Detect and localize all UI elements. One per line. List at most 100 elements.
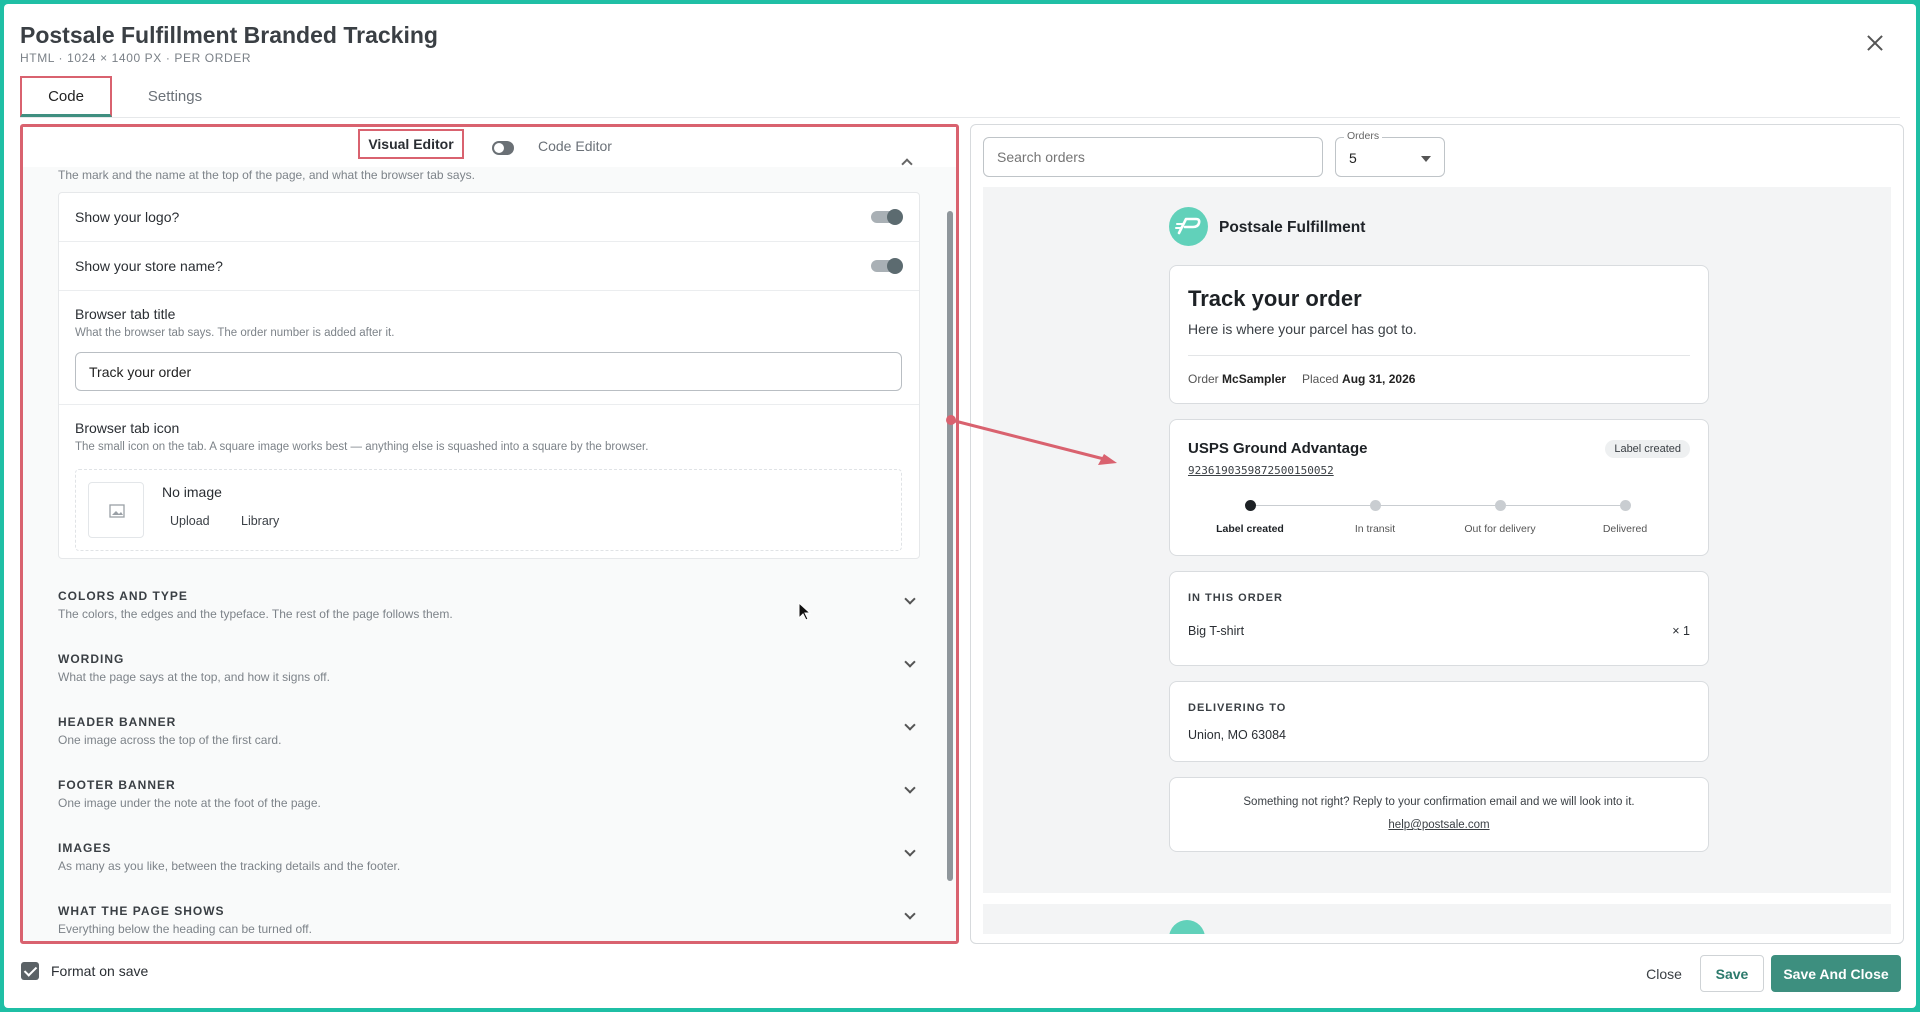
- status-badge: Label created: [1605, 440, 1690, 458]
- mouse-cursor-icon: [798, 602, 812, 621]
- orders-select[interactable]: Orders 5: [1335, 130, 1445, 177]
- chevron-down-icon[interactable]: [904, 656, 916, 668]
- item-name: Big T-shirt: [1188, 624, 1245, 638]
- library-button[interactable]: Library: [241, 514, 279, 528]
- close-button[interactable]: Close: [1634, 956, 1694, 992]
- no-image-label: No image: [162, 484, 222, 500]
- show-logo-row: Show your logo?: [59, 193, 919, 242]
- shipment-card: USPS Ground Advantage Label created 9236…: [1169, 419, 1709, 556]
- section-desc: As many as you like, between the trackin…: [58, 859, 401, 873]
- section-title: WORDING: [58, 652, 125, 666]
- section-images[interactable]: IMAGES As many as you like, between the …: [58, 841, 938, 897]
- visual-editor-label[interactable]: Visual Editor: [358, 129, 464, 159]
- brand-name: Postsale Fulfillment: [1219, 219, 1366, 236]
- tab-title-help: What the browser tab says. The order num…: [75, 327, 395, 339]
- section-what-the-page-shows[interactable]: WHAT THE PAGE SHOWS Everything below the…: [58, 904, 938, 941]
- modal-subtitle: HTML · 1024 × 1400 PX · PER ORDER: [20, 51, 252, 65]
- help-footer-card: Something not right? Reply to your confi…: [1169, 777, 1709, 852]
- chevron-down-icon[interactable]: [904, 845, 916, 857]
- step-label: Label created: [1216, 523, 1284, 535]
- footer-note: Something not right? Reply to your confi…: [1243, 796, 1635, 808]
- delivery-address-card: DELIVERING TO Union, MO 63084: [1169, 681, 1709, 762]
- order-meta: Order McSampler: [1188, 372, 1286, 386]
- orders-select-label: Orders: [1344, 130, 1383, 142]
- tab-code[interactable]: Code: [20, 76, 112, 117]
- show-store-toggle[interactable]: [871, 258, 903, 274]
- section-desc: One image under the note at the foot of …: [58, 796, 321, 810]
- order-summary-card: Track your order Here is where your parc…: [1169, 265, 1709, 404]
- tab-title-label: Browser tab title: [75, 306, 176, 322]
- show-store-row: Show your store name?: [59, 242, 919, 291]
- next-order-preview: [983, 904, 1891, 934]
- order-number: McSampler: [1222, 372, 1287, 386]
- placed-label: Placed: [1302, 372, 1339, 386]
- tab-bar: Code Settings: [20, 76, 1900, 118]
- step-label: In transit: [1354, 523, 1396, 535]
- section-desc: What the page says at the top, and how i…: [58, 670, 330, 684]
- step-dot-out-for-delivery: [1495, 500, 1506, 511]
- item-quantity: × 1: [1672, 624, 1690, 638]
- format-on-save-checkbox[interactable]: [21, 962, 39, 980]
- branding-section-desc: The mark and the name at the top of the …: [58, 168, 475, 182]
- editor-mode-switch: Visual Editor Code Editor: [23, 127, 956, 167]
- toggle-knob: [887, 209, 903, 225]
- orders-select-value: 5: [1349, 150, 1357, 166]
- tab-settings[interactable]: Settings: [125, 76, 225, 117]
- tab-icon-help: The small icon on the tab. A square imag…: [75, 441, 649, 453]
- editor-mode-toggle[interactable]: [492, 141, 514, 155]
- tab-title-input[interactable]: [75, 352, 902, 391]
- chevron-down-icon[interactable]: [904, 719, 916, 731]
- step-label: Delivered: [1602, 523, 1648, 535]
- tab-title-row: Browser tab title What the browser tab s…: [59, 291, 919, 405]
- tracking-editor-modal: Postsale Fulfillment Branded Tracking HT…: [4, 4, 1916, 1008]
- chevron-down-icon[interactable]: [904, 908, 916, 920]
- code-editor-label[interactable]: Code Editor: [538, 138, 612, 154]
- format-on-save-label[interactable]: Format on save: [51, 963, 148, 979]
- placed-meta: Placed Aug 31, 2026: [1302, 372, 1415, 386]
- section-title: WHAT THE PAGE SHOWS: [58, 904, 225, 918]
- step-label: Out for delivery: [1464, 523, 1536, 535]
- progress-line: [1250, 505, 1626, 506]
- footer-email-link[interactable]: help@postsale.com: [1170, 819, 1708, 831]
- tab-icon-row: Browser tab icon The small icon on the t…: [59, 405, 919, 559]
- track-title: Track your order: [1188, 286, 1362, 311]
- tab-icon-label: Browser tab icon: [75, 420, 180, 436]
- branding-settings-card: Show your logo? Show your store name? Br…: [58, 192, 920, 559]
- placed-date: Aug 31, 2026: [1342, 372, 1416, 386]
- modal-title: Postsale Fulfillment Branded Tracking: [20, 22, 438, 48]
- show-store-label: Show your store name?: [75, 258, 223, 274]
- divider: [1188, 355, 1690, 356]
- items-heading: IN THIS ORDER: [1188, 592, 1283, 604]
- image-placeholder: [88, 482, 144, 538]
- show-logo-toggle[interactable]: [871, 209, 903, 225]
- tab-icon-dropzone[interactable]: No image Upload Library: [75, 469, 902, 551]
- brand-logo: [1169, 207, 1208, 246]
- section-footer-banner[interactable]: FOOTER BANNER One image under the note a…: [58, 778, 938, 834]
- step-dot-delivered: [1620, 500, 1631, 511]
- section-desc: Everything below the heading can be turn…: [58, 922, 312, 936]
- delivering-heading: DELIVERING TO: [1188, 702, 1287, 714]
- track-subtitle: Here is where your parcel has got to.: [1188, 321, 1417, 337]
- section-header-banner[interactable]: HEADER BANNER One image across the top o…: [58, 715, 938, 771]
- toggle-knob: [887, 258, 903, 274]
- section-wording[interactable]: WORDING What the page says at the top, a…: [58, 652, 938, 708]
- search-orders-input[interactable]: [983, 137, 1323, 177]
- editor-scrollbar[interactable]: [947, 211, 953, 881]
- modal-footer: Format on save Close Save Save And Close: [4, 948, 1916, 1008]
- brand-logo: [1169, 920, 1205, 934]
- upload-button[interactable]: Upload: [170, 514, 210, 528]
- chevron-down-icon[interactable]: [904, 593, 916, 605]
- section-title: IMAGES: [58, 841, 112, 855]
- visual-editor-panel: Visual Editor Code Editor The mark and t…: [20, 124, 959, 944]
- chevron-down-icon[interactable]: [904, 782, 916, 794]
- step-dot-in-transit: [1370, 500, 1381, 511]
- save-and-close-button[interactable]: Save And Close: [1771, 955, 1901, 992]
- save-button[interactable]: Save: [1700, 955, 1764, 992]
- order-items-card: IN THIS ORDER Big T-shirt × 1: [1169, 571, 1709, 666]
- close-icon[interactable]: [1864, 32, 1886, 54]
- step-dot-label-created: [1245, 500, 1256, 511]
- order-label: Order: [1188, 372, 1219, 386]
- tracking-number-link[interactable]: 9236190359872500150052: [1188, 464, 1334, 477]
- section-title: COLORS AND TYPE: [58, 589, 188, 603]
- postsale-logo-icon: [1175, 217, 1201, 235]
